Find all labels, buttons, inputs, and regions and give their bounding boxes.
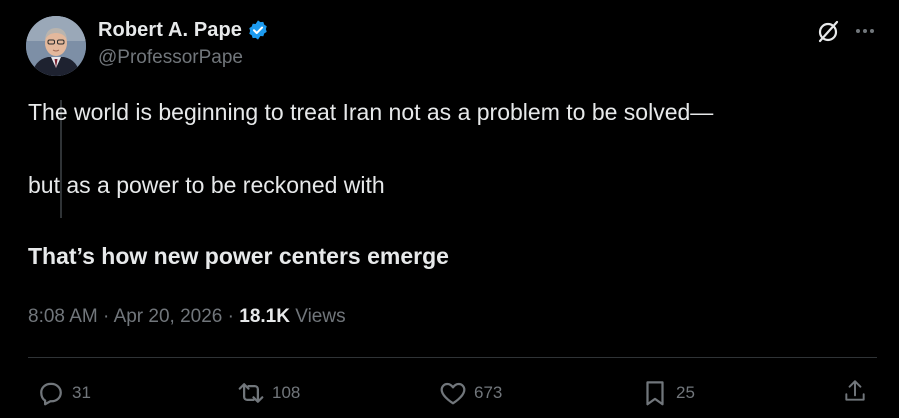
verified-badge-icon[interactable] [247, 19, 269, 41]
grok-icon[interactable] [815, 18, 841, 44]
post-text-line-3: That’s how new power centers emerge [28, 243, 449, 269]
divider [28, 357, 877, 358]
repost-button[interactable]: 108 [236, 378, 300, 408]
post-date[interactable]: Apr 20, 2026 [114, 306, 223, 327]
like-count: 673 [474, 383, 503, 402]
bookmark-button[interactable]: 25 [640, 378, 695, 408]
views-count[interactable]: 18.1K [239, 306, 290, 327]
meta-separator: · [227, 306, 234, 327]
meta-separator: · [103, 306, 110, 327]
author-info: Robert A. Pape @ProfessorPape [98, 17, 269, 69]
heart-icon [440, 382, 466, 405]
avatar[interactable] [26, 16, 86, 76]
author-display-name[interactable]: Robert A. Pape [98, 19, 242, 42]
repost-count: 108 [272, 383, 301, 402]
bookmark-icon [646, 381, 664, 406]
author-name-row: Robert A. Pape [98, 17, 269, 43]
post-text-line-1: The world is beginning to treat Iran not… [28, 99, 714, 125]
more-icon[interactable] [853, 19, 877, 43]
views-label: Views [295, 306, 346, 327]
post-meta: 8:08 AM · Apr 20, 2026 · 18.1K Views [28, 306, 346, 328]
reply-icon [40, 382, 62, 406]
reply-button[interactable]: 31 [36, 378, 91, 408]
share-button[interactable] [842, 378, 868, 404]
bookmark-count: 25 [676, 383, 695, 402]
post-text-line-2: but as a power to be reckoned with [28, 172, 385, 198]
repost-icon [238, 383, 264, 403]
post-top-actions [815, 18, 877, 44]
like-button[interactable]: 673 [438, 378, 502, 408]
share-icon [845, 380, 865, 401]
post-time[interactable]: 8:08 AM [28, 306, 98, 327]
reply-count: 31 [72, 383, 91, 402]
author-handle[interactable]: @ProfessorPape [98, 47, 269, 69]
avatar-image [26, 16, 86, 76]
